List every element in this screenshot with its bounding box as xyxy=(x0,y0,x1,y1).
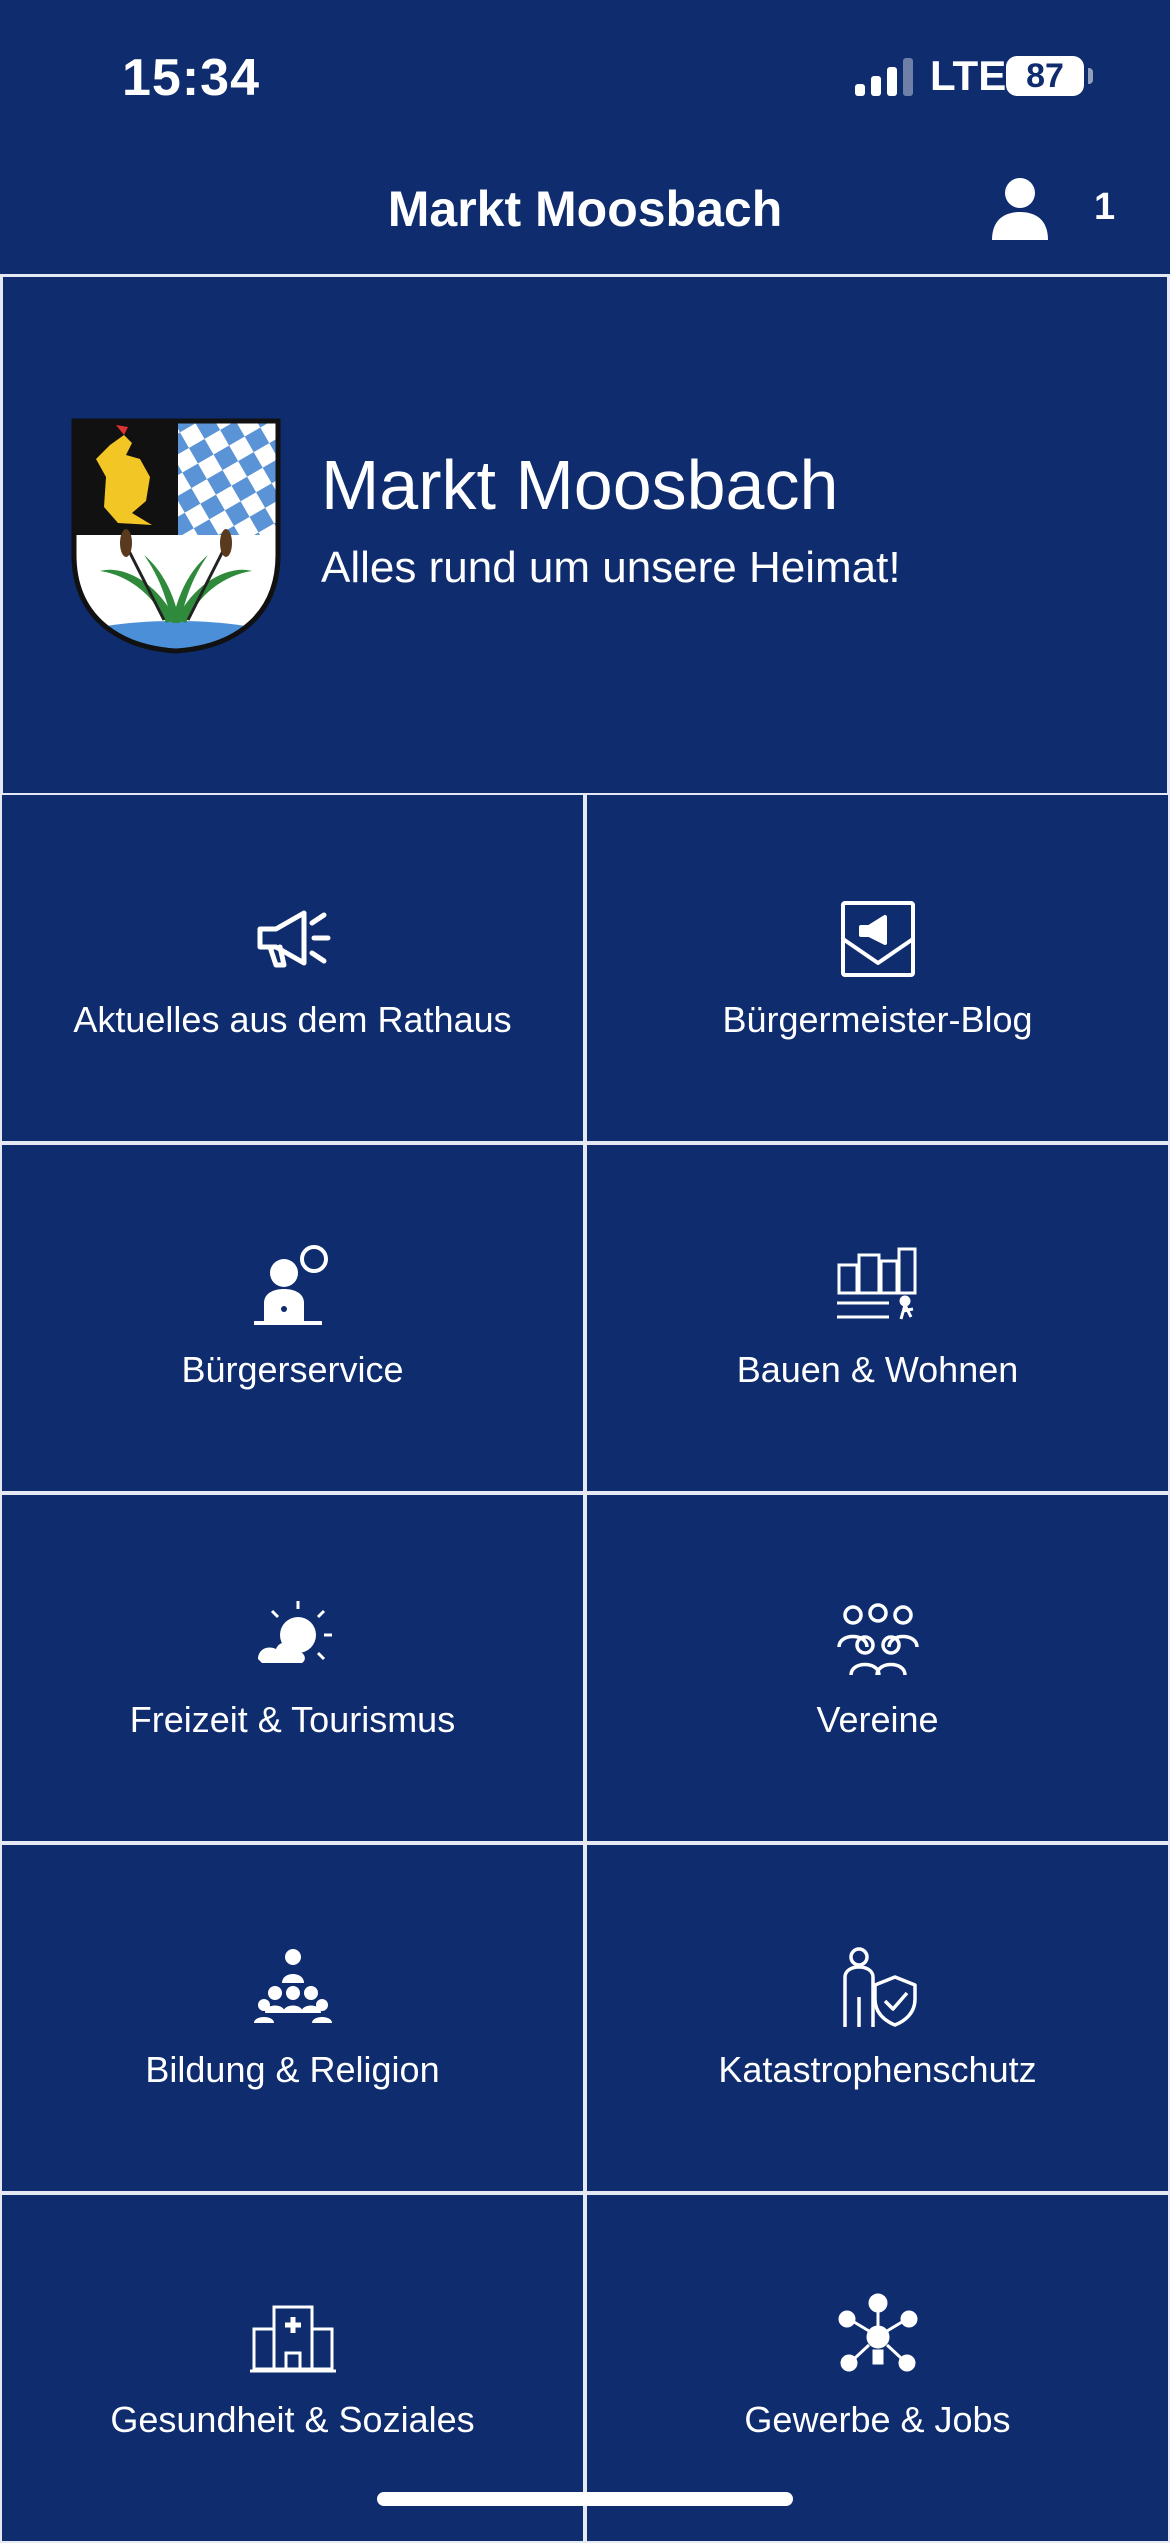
person-shield-icon xyxy=(842,1947,917,2027)
tile-label: Gesundheit & Soziales xyxy=(110,2399,475,2440)
profile-icon[interactable] xyxy=(990,176,1050,240)
battery-cap xyxy=(1088,68,1093,84)
hero-title: Markt Moosbach xyxy=(321,446,839,524)
profile-count-badge[interactable]: 1 xyxy=(1094,186,1115,229)
status-time: 15:34 xyxy=(122,49,260,107)
tile-bildung-religion[interactable]: Bildung & Religion xyxy=(0,1843,585,2193)
tile-freizeit-tourismus[interactable]: Freizeit & Tourismus xyxy=(0,1493,585,1843)
tile-label: Bürgermeister-Blog xyxy=(722,999,1033,1040)
hero-banner: Markt Moosbach Alles rund um unsere Heim… xyxy=(0,277,1170,793)
tile-gewerbe-jobs[interactable]: Gewerbe & Jobs xyxy=(585,2193,1170,2543)
city-buildings-icon xyxy=(836,1247,916,1320)
teacher-students-icon xyxy=(253,1949,332,2023)
battery-icon: 87 xyxy=(1006,56,1084,96)
hospital-icon xyxy=(249,2305,336,2373)
status-bar: 15:34 LTE 87 xyxy=(0,0,1170,150)
tile-label: Katastrophenschutz xyxy=(718,2049,1037,2090)
network-type: LTE xyxy=(930,52,1007,99)
tile-katastrophenschutz[interactable]: Katastrophenschutz xyxy=(585,1843,1170,2193)
tile-label: Bürgerservice xyxy=(181,1349,404,1390)
home-indicator[interactable] xyxy=(377,2492,793,2506)
group-people-icon xyxy=(836,1603,919,1676)
coat-of-arms-logo xyxy=(71,418,281,654)
megaphone-icon xyxy=(257,910,330,968)
tile-label: Bauen & Wohnen xyxy=(736,1349,1019,1390)
tile-gesundheit-soziales[interactable]: Gesundheit & Soziales xyxy=(0,2193,585,2543)
hero-subtitle: Alles rund um unsere Heimat! xyxy=(321,543,901,592)
business-network-icon xyxy=(838,2293,917,2372)
tile-label: Aktuelles aus dem Rathaus xyxy=(73,999,512,1040)
service-desk-icon xyxy=(253,1245,328,1325)
tile-buergerservice[interactable]: Bürgerservice xyxy=(0,1143,585,1493)
tile-label: Bildung & Religion xyxy=(145,2049,440,2090)
tile-vereine[interactable]: Vereine xyxy=(585,1493,1170,1843)
signal-strength-icon xyxy=(855,58,913,96)
tile-label: Vereine xyxy=(816,1699,939,1740)
navigation-bar: Markt Moosbach 1 xyxy=(0,150,1170,274)
tile-label: Gewerbe & Jobs xyxy=(744,2399,1011,2440)
tile-aktuelles[interactable]: Aktuelles aus dem Rathaus xyxy=(0,793,585,1143)
envelope-megaphone-icon xyxy=(840,901,915,977)
sun-cloud-icon xyxy=(257,1601,332,1663)
tile-label: Freizeit & Tourismus xyxy=(129,1699,456,1740)
tile-buergermeister-blog[interactable]: Bürgermeister-Blog xyxy=(585,793,1170,1143)
tile-bauen-wohnen[interactable]: Bauen & Wohnen xyxy=(585,1143,1170,1493)
